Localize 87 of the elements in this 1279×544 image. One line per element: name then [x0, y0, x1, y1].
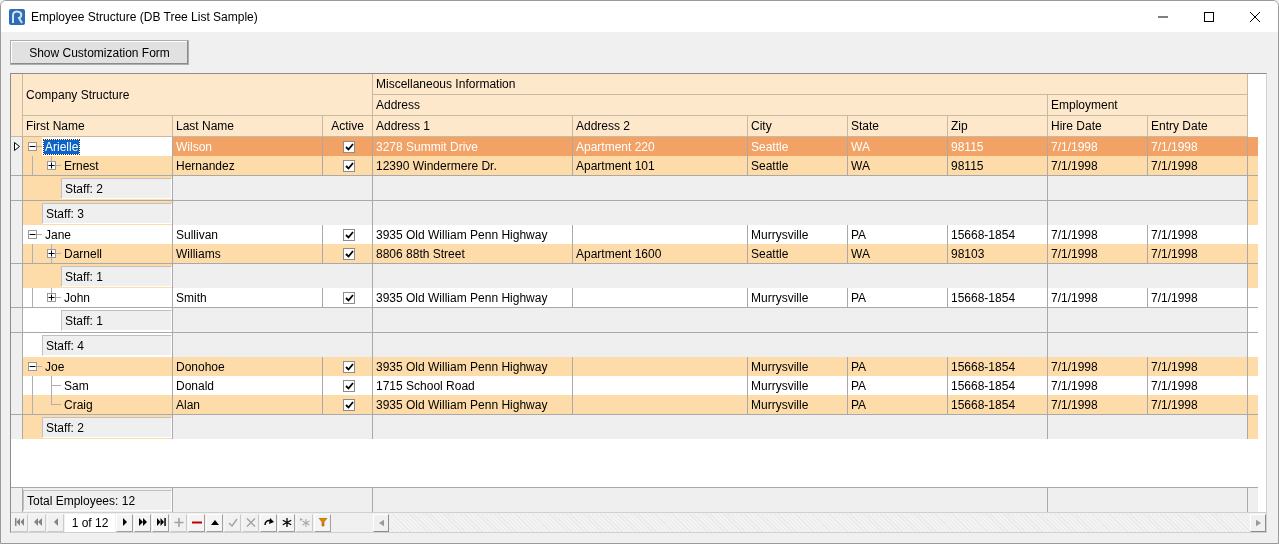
- column-header[interactable]: City: [748, 116, 848, 137]
- column-header[interactable]: First Name: [23, 116, 173, 137]
- asterisk-arrow-icon: [299, 518, 310, 527]
- scroll-left-button[interactable]: [373, 513, 389, 532]
- plus-icon: [48, 294, 55, 301]
- column-header[interactable]: Last Name: [173, 116, 323, 137]
- expander-button[interactable]: [47, 293, 56, 302]
- expander-button[interactable]: [28, 362, 37, 371]
- minus-icon: [29, 143, 36, 150]
- band-header: Address: [373, 95, 1048, 116]
- column-header[interactable]: Address 1: [373, 116, 573, 137]
- expander-button[interactable]: [47, 161, 56, 170]
- navigator-button[interactable]: [116, 513, 133, 532]
- column-header[interactable]: State: [848, 116, 948, 137]
- record-position: 1 of 12: [65, 513, 115, 532]
- first-record-icon: [14, 518, 25, 527]
- app-icon: [9, 8, 25, 25]
- right-arrow-icon: [1255, 518, 1261, 527]
- summary-field: Staff: 4: [42, 335, 172, 356]
- table-row[interactable]: Joe Donohoe 3935 Old William Penn Highway Murrysville PA 15668-1854 7/1/1998 7/1/1998: [11, 357, 1258, 376]
- last-record-icon: [155, 518, 166, 527]
- left-arrow-icon: [378, 518, 384, 527]
- band-header: Employment: [1048, 95, 1248, 116]
- header-corner: [11, 74, 23, 137]
- checkbox[interactable]: [343, 360, 355, 373]
- checkbox[interactable]: [343, 247, 355, 260]
- minus-icon: [29, 363, 36, 370]
- summary-field: Staff: 2: [61, 178, 172, 199]
- node-label: Craig: [63, 397, 94, 412]
- asterisk-icon: [281, 518, 292, 527]
- checkbox[interactable]: [343, 291, 355, 304]
- summary-field: Staff: 2: [42, 417, 172, 438]
- maximize-icon[interactable]: [1204, 11, 1214, 22]
- band-header: Miscellaneous Information: [373, 74, 1248, 95]
- minus-icon: [29, 231, 36, 238]
- navigator-button[interactable]: [152, 513, 169, 532]
- node-label: Ernest: [63, 158, 100, 173]
- expander-button[interactable]: [28, 142, 37, 151]
- node-label: Darnell: [63, 246, 103, 261]
- column-header[interactable]: Zip: [948, 116, 1048, 137]
- table-row[interactable]: Darnell Williams 8806 88th Street Apartment 1600 Seattle WA 98103 7/1/1998 7/1/1998: [11, 244, 1258, 263]
- navigator-button[interactable]: [206, 513, 223, 532]
- expander-button[interactable]: [28, 230, 37, 239]
- navigator-button[interactable]: [134, 513, 151, 532]
- band-header: Company Structure: [23, 74, 373, 116]
- column-header[interactable]: Active: [323, 116, 373, 137]
- summary-field: Staff: 1: [61, 310, 172, 331]
- checkbox[interactable]: [343, 398, 355, 411]
- node-label: Joe: [44, 359, 66, 374]
- node-label: Arielle: [44, 139, 80, 154]
- expander-button[interactable]: [47, 249, 56, 258]
- horizontal-scrollbar[interactable]: [373, 513, 1266, 532]
- checkbox[interactable]: [343, 379, 355, 392]
- column-header[interactable]: Address 2: [573, 116, 748, 137]
- summary-field: Total Employees: 12: [23, 490, 172, 511]
- double-left-arrow-icon: [32, 518, 43, 527]
- column-header[interactable]: Entry Date: [1148, 116, 1248, 137]
- summary-field: Staff: 1: [61, 266, 172, 287]
- navigator-button[interactable]: [188, 513, 205, 532]
- navigator-button[interactable]: [278, 513, 295, 532]
- up-arrow-icon: [209, 518, 220, 527]
- plus-icon: [173, 518, 184, 527]
- checkbox[interactable]: [343, 159, 355, 172]
- current-row-icon: [13, 142, 20, 151]
- node-label: Jane: [44, 227, 73, 242]
- navigator-button[interactable]: [260, 513, 277, 532]
- table-row[interactable]: Ernest Hernandez 12390 Windermere Dr. Apartment 101 Seattle WA 98115 7/1/1998 7/1/1998: [11, 156, 1258, 175]
- checkmark-icon: [344, 293, 354, 302]
- close-icon[interactable]: [1250, 11, 1260, 22]
- summary-field: Staff: 3: [42, 203, 172, 224]
- check-icon: [227, 518, 238, 527]
- filter-icon: [317, 518, 328, 527]
- cross-icon: [245, 518, 256, 527]
- customization-button[interactable]: Show Customization Form: [10, 40, 189, 65]
- double-right-arrow-icon: [137, 518, 148, 527]
- curved-arrow-icon: [263, 518, 274, 527]
- column-header[interactable]: Hire Date: [1048, 116, 1148, 137]
- window-title: Employee Structure (DB Tree List Sample): [31, 9, 259, 24]
- node-label: Sam: [63, 378, 90, 393]
- checkbox[interactable]: [343, 228, 355, 241]
- scroll-right-button[interactable]: [1250, 513, 1266, 532]
- checkbox[interactable]: [343, 140, 355, 153]
- plus-icon: [48, 162, 55, 169]
- plus-icon: [48, 250, 55, 257]
- table-row[interactable]: Arielle Wilson 3278 Summit Drive Apartment 220 Seattle WA 98115 7/1/1998 7/1/1998: [11, 137, 1258, 156]
- table-row[interactable]: Craig Alan 3935 Old William Penn Highway Murrysville PA 15668-1854 7/1/1998 7/1/1998: [11, 395, 1258, 414]
- node-label: John: [63, 290, 92, 305]
